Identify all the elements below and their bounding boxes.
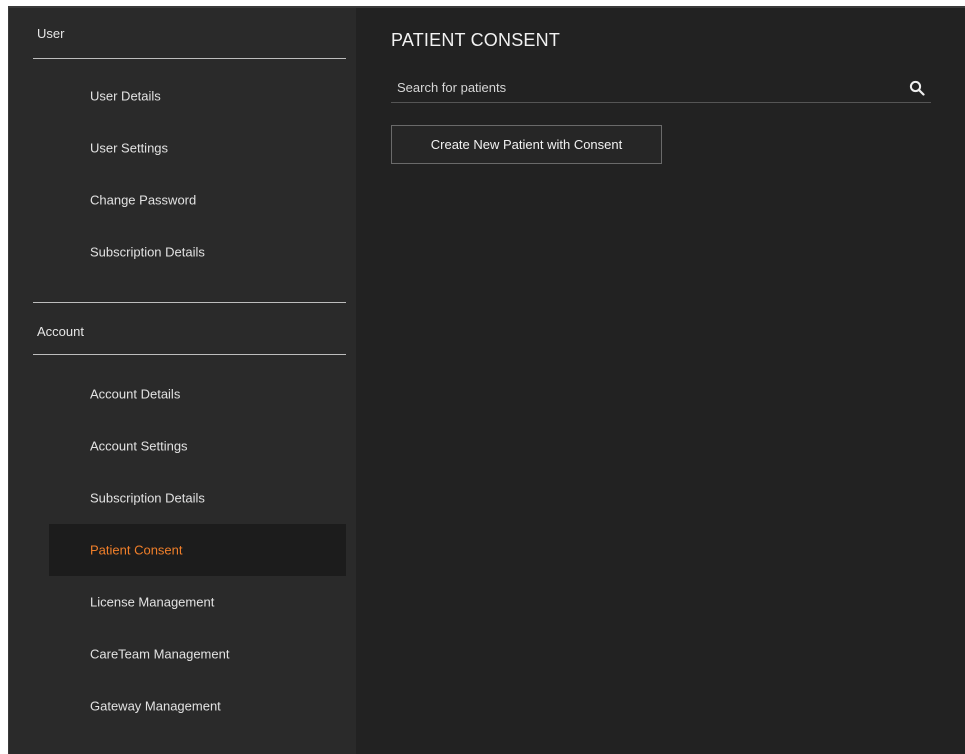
sidebar-item-change-password[interactable]: Change Password — [49, 174, 346, 226]
sidebar-section-title: User — [37, 26, 65, 41]
sidebar-item-label: User Details — [90, 88, 161, 104]
create-new-patient-button[interactable]: Create New Patient with Consent — [391, 125, 662, 164]
sidebar-item-label: Account Settings — [90, 438, 188, 454]
sidebar-item-label: Subscription Details — [90, 244, 205, 260]
sidebar-item-label: CareTeam Management — [90, 646, 230, 662]
sidebar-item-label: User Settings — [90, 140, 169, 156]
sidebar-item-user-settings[interactable]: User Settings — [49, 122, 346, 174]
sidebar-item-account-settings[interactable]: Account Settings — [49, 420, 346, 472]
sidebar-item-label: Change Password — [90, 192, 197, 208]
sidebar-item-user-subscription-details[interactable]: Subscription Details — [49, 226, 346, 278]
sidebar: User User Details User Settings Change P… — [9, 8, 356, 754]
search-bar — [391, 72, 931, 103]
search-icon[interactable] — [909, 80, 925, 96]
settings-window: User User Details User Settings Change P… — [8, 6, 965, 754]
sidebar-item-account-subscription-details[interactable]: Subscription Details — [49, 472, 346, 524]
sidebar-item-careteam-management[interactable]: CareTeam Management — [49, 628, 346, 680]
sidebar-item-label: License Management — [90, 594, 215, 610]
sidebar-section-user: User — [33, 8, 346, 59]
search-input[interactable] — [391, 72, 896, 102]
sidebar-section-account: Account — [33, 302, 346, 355]
sidebar-item-license-management[interactable]: License Management — [49, 576, 346, 628]
main-content: PATIENT CONSENT Create New Patient with … — [356, 8, 965, 754]
sidebar-item-account-details[interactable]: Account Details — [49, 368, 346, 420]
sidebar-item-label: Gateway Management — [90, 698, 221, 714]
sidebar-item-label: Subscription Details — [90, 490, 205, 506]
sidebar-item-patient-consent[interactable]: Patient Consent — [49, 524, 346, 576]
sidebar-item-gateway-management[interactable]: Gateway Management — [49, 680, 346, 732]
sidebar-item-label: Patient Consent — [90, 542, 183, 558]
sidebar-item-label: Account Details — [90, 386, 181, 402]
sidebar-item-user-details[interactable]: User Details — [49, 70, 346, 122]
page-title: PATIENT CONSENT — [391, 30, 561, 50]
sidebar-section-title: Account — [37, 324, 84, 339]
